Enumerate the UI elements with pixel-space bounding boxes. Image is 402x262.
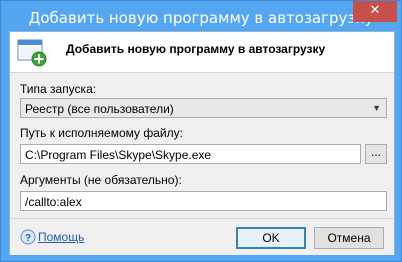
close-button[interactable]: ✕ <box>353 1 397 22</box>
window-add-icon <box>17 39 47 67</box>
dialog-client-area: Добавить новую программу в автозагрузку … <box>9 31 395 255</box>
browse-button[interactable]: ... <box>365 144 387 164</box>
svg-text:?: ? <box>25 233 31 244</box>
dialog-footer: ? Помощь OK Отмена <box>10 218 394 255</box>
path-input[interactable]: C:\Program Files\Skype\Skype.exe <box>20 144 361 164</box>
dialog-window: Добавить новую программу в автозагрузку … <box>0 0 402 262</box>
ok-button[interactable]: OK <box>236 227 306 249</box>
chevron-down-icon: ▼ <box>372 103 381 113</box>
title-bar[interactable]: Добавить новую программу в автозагрузку … <box>1 1 401 31</box>
help-link[interactable]: Помощь <box>38 230 84 244</box>
args-input[interactable]: /callto:alex <box>20 191 387 211</box>
args-label: Аргументы (не обязательно): <box>20 173 182 187</box>
help-icon[interactable]: ? <box>20 229 36 245</box>
dialog-header: Добавить новую программу в автозагрузку <box>10 32 394 73</box>
path-label: Путь к исполняемому файлу: <box>20 126 183 140</box>
cancel-button[interactable]: Отмена <box>314 227 384 249</box>
window-title: Добавить новую программу в автозагрузку <box>28 9 374 27</box>
header-title: Добавить новую программу в автозагрузку <box>66 42 326 56</box>
args-input-value: /callto:alex <box>25 195 82 209</box>
launch-type-select[interactable]: Реестр (все пользователи) ▼ <box>20 98 387 118</box>
launch-type-label: Типа запуска: <box>20 82 97 96</box>
path-input-value: C:\Program Files\Skype\Skype.exe <box>25 148 212 162</box>
launch-type-value: Реестр (все пользователи) <box>25 102 174 116</box>
